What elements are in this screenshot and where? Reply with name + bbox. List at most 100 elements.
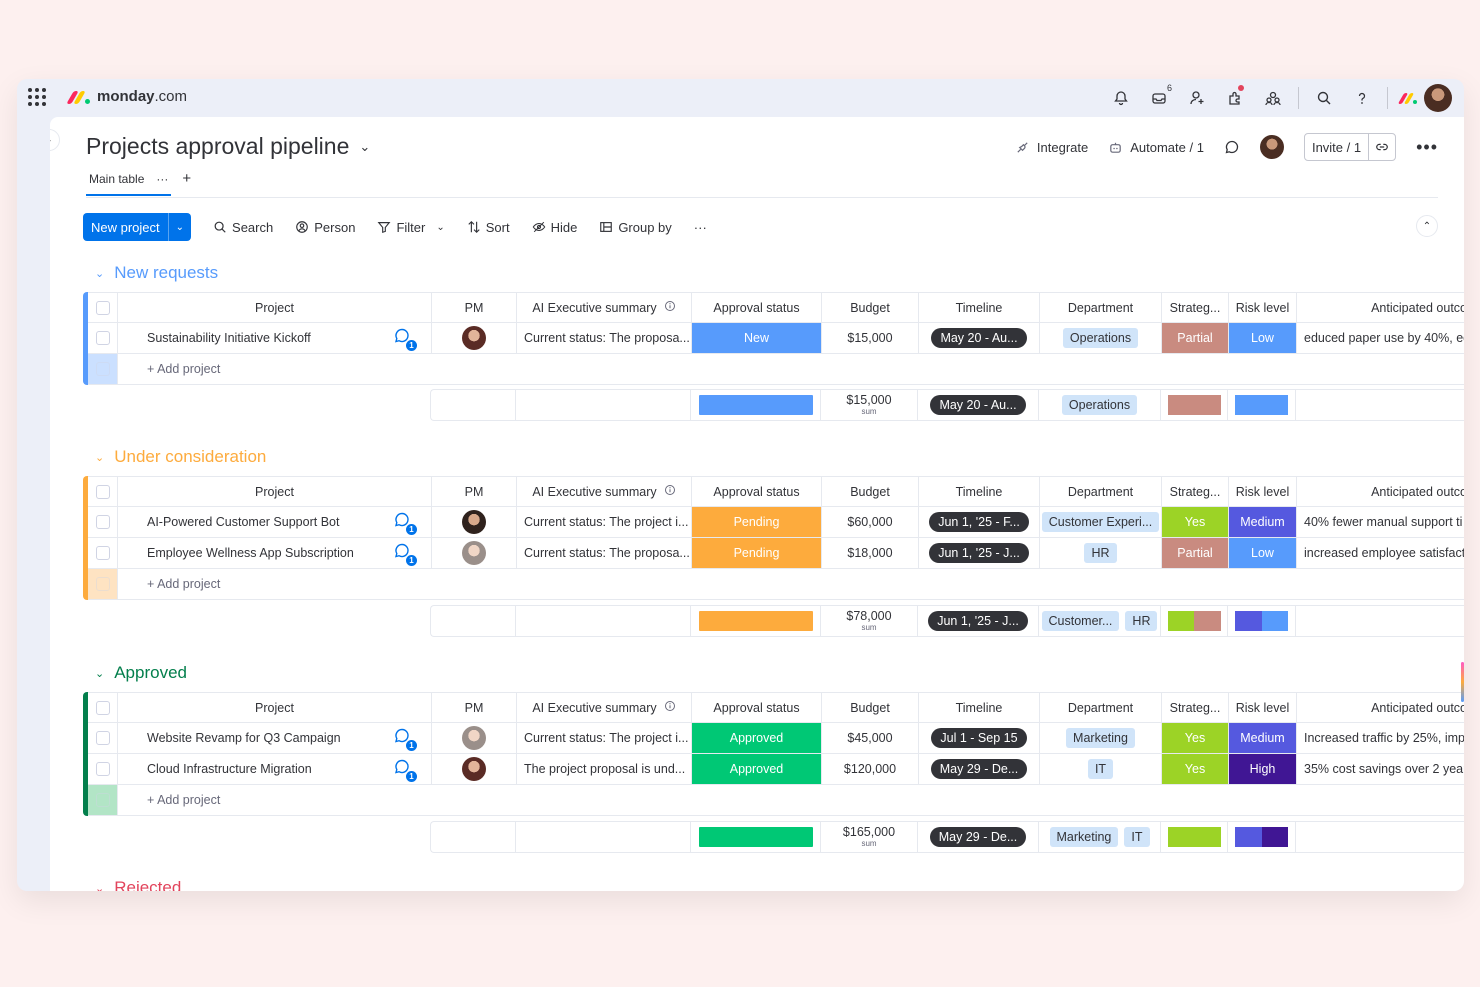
column-header-project[interactable]: Project <box>118 477 432 506</box>
pm-avatar[interactable] <box>462 510 486 534</box>
chevron-down-icon[interactable]: ⌄ <box>359 139 370 155</box>
automate-button[interactable]: Automate / 1 <box>1108 140 1204 155</box>
column-header-approval[interactable]: Approval status <box>692 293 822 322</box>
ai-summary-cell[interactable]: Current status: The project i... <box>517 723 692 753</box>
risk-level-cell[interactable]: High <box>1229 754 1297 784</box>
column-header-risk[interactable]: Risk level <box>1229 477 1297 506</box>
column-header-strategy[interactable]: Strateg... <box>1162 293 1229 322</box>
budget-cell[interactable]: $15,000 <box>822 323 919 353</box>
user-avatar[interactable] <box>1424 84 1452 112</box>
row-checkbox[interactable] <box>88 507 118 537</box>
column-header-ai-summary[interactable]: AI Executive summary <box>517 693 692 722</box>
risk-level-cell[interactable]: Medium <box>1229 507 1297 537</box>
strategy-cell[interactable]: Yes <box>1162 507 1229 537</box>
inbox-icon[interactable]: 6 <box>1140 83 1178 113</box>
approval-status-cell[interactable]: Pending <box>692 538 822 568</box>
product-switcher-icon[interactable] <box>1394 83 1424 113</box>
row-checkbox[interactable] <box>88 723 118 753</box>
hide-button[interactable]: Hide <box>532 220 577 235</box>
integrate-button[interactable]: Integrate <box>1015 140 1088 155</box>
column-header-timeline[interactable]: Timeline <box>919 293 1040 322</box>
more-tools-button[interactable]: ··· <box>694 220 707 235</box>
ai-summary-cell[interactable]: The project proposal is und... <box>517 754 692 784</box>
strategy-cell[interactable]: Yes <box>1162 723 1229 753</box>
select-all-checkbox[interactable] <box>88 693 118 722</box>
more-options-icon[interactable]: ••• <box>1416 137 1438 158</box>
ai-summary-cell[interactable]: Current status: The proposa... <box>517 323 692 353</box>
column-header-strategy[interactable]: Strateg... <box>1162 693 1229 722</box>
column-header-project[interactable]: Project <box>118 293 432 322</box>
budget-cell[interactable]: $60,000 <box>822 507 919 537</box>
updates-cell[interactable]: 1 <box>375 538 432 568</box>
column-header-department[interactable]: Department <box>1040 293 1162 322</box>
search-button[interactable]: Search <box>213 220 273 235</box>
pm-cell[interactable] <box>432 507 517 537</box>
updates-button[interactable] <box>1224 139 1240 155</box>
info-icon[interactable] <box>664 700 676 715</box>
add-view-button[interactable]: + <box>182 170 191 195</box>
updates-cell[interactable]: 1 <box>375 723 432 753</box>
updates-cell[interactable]: 1 <box>375 323 432 353</box>
chevron-down-icon[interactable]: ⌄ <box>167 213 191 241</box>
column-header-outcome[interactable]: Anticipated outco <box>1297 293 1464 322</box>
search-icon[interactable] <box>1305 83 1343 113</box>
department-cell[interactable]: HR <box>1040 538 1162 568</box>
outcome-cell[interactable]: educed paper use by 40%, ec <box>1297 323 1464 353</box>
outcome-cell[interactable]: Increased traffic by 25%, imp <box>1297 723 1464 753</box>
approval-status-cell[interactable]: Approved <box>692 723 822 753</box>
strategy-cell[interactable]: Partial <box>1162 323 1229 353</box>
column-header-pm[interactable]: PM <box>432 477 517 506</box>
outcome-cell[interactable]: 35% cost savings over 2 years <box>1297 754 1464 784</box>
sort-button[interactable]: Sort <box>467 220 510 235</box>
tab-options-icon[interactable]: ··· <box>156 172 168 186</box>
column-header-approval[interactable]: Approval status <box>692 693 822 722</box>
chevron-down-icon[interactable]: ⌄ <box>95 267 104 280</box>
strategy-cell[interactable]: Partial <box>1162 538 1229 568</box>
expand-sidebar-button[interactable]: › <box>50 129 60 151</box>
ai-summary-cell[interactable]: Current status: The project i... <box>517 507 692 537</box>
column-header-approval[interactable]: Approval status <box>692 477 822 506</box>
department-cell[interactable]: Customer Experi... <box>1040 507 1162 537</box>
help-icon[interactable] <box>1343 83 1381 113</box>
approval-status-cell[interactable]: Approved <box>692 754 822 784</box>
row-checkbox[interactable] <box>88 754 118 784</box>
select-all-checkbox[interactable] <box>88 293 118 322</box>
column-header-risk[interactable]: Risk level <box>1229 693 1297 722</box>
group-title[interactable]: ⌄ New requests <box>95 262 1464 284</box>
add-project-row[interactable]: + Add project <box>88 785 1464 816</box>
approval-status-cell[interactable]: New <box>692 323 822 353</box>
group-title[interactable]: ⌄ Approved <box>95 662 1464 684</box>
apps-marketplace-icon[interactable] <box>1216 83 1254 113</box>
pm-cell[interactable] <box>432 754 517 784</box>
updates-cell[interactable]: 1 <box>375 754 432 784</box>
pm-avatar[interactable] <box>462 757 486 781</box>
strategy-cell[interactable]: Yes <box>1162 754 1229 784</box>
outcome-cell[interactable]: increased employee satisfact <box>1297 538 1464 568</box>
project-name-cell[interactable]: Website Revamp for Q3 Campaign <box>118 723 375 753</box>
project-name-cell[interactable]: Cloud Infrastructure Migration <box>118 754 375 784</box>
info-icon[interactable] <box>664 484 676 499</box>
approval-status-cell[interactable]: Pending <box>692 507 822 537</box>
add-update-icon[interactable]: 1 <box>394 728 417 751</box>
link-icon[interactable] <box>1368 134 1395 160</box>
column-header-pm[interactable]: PM <box>432 693 517 722</box>
apps-grid-icon[interactable] <box>28 88 46 106</box>
column-header-ai-summary[interactable]: AI Executive summary <box>517 477 692 506</box>
group-title[interactable]: ⌄ Under consideration <box>95 446 1464 468</box>
board-owner-avatar[interactable] <box>1259 135 1284 159</box>
chevron-down-icon[interactable]: ⌄ <box>95 451 104 464</box>
add-update-icon[interactable]: 1 <box>394 543 417 566</box>
department-cell[interactable]: Marketing <box>1040 723 1162 753</box>
department-cell[interactable]: Operations <box>1040 323 1162 353</box>
add-update-icon[interactable]: 1 <box>394 759 417 782</box>
person-filter-button[interactable]: Person <box>295 220 355 235</box>
add-project-button[interactable]: + Add project <box>118 577 220 591</box>
timeline-cell[interactable]: Jul 1 - Sep 15 <box>919 723 1040 753</box>
budget-cell[interactable]: $120,000 <box>822 754 919 784</box>
department-cell[interactable]: IT <box>1040 754 1162 784</box>
column-header-pm[interactable]: PM <box>432 293 517 322</box>
column-header-budget[interactable]: Budget <box>822 693 919 722</box>
filter-button[interactable]: Filter ⌄ <box>377 220 445 235</box>
column-header-outcome[interactable]: Anticipated outco <box>1297 693 1464 722</box>
tab-main-table[interactable]: Main table ··· <box>86 168 172 196</box>
